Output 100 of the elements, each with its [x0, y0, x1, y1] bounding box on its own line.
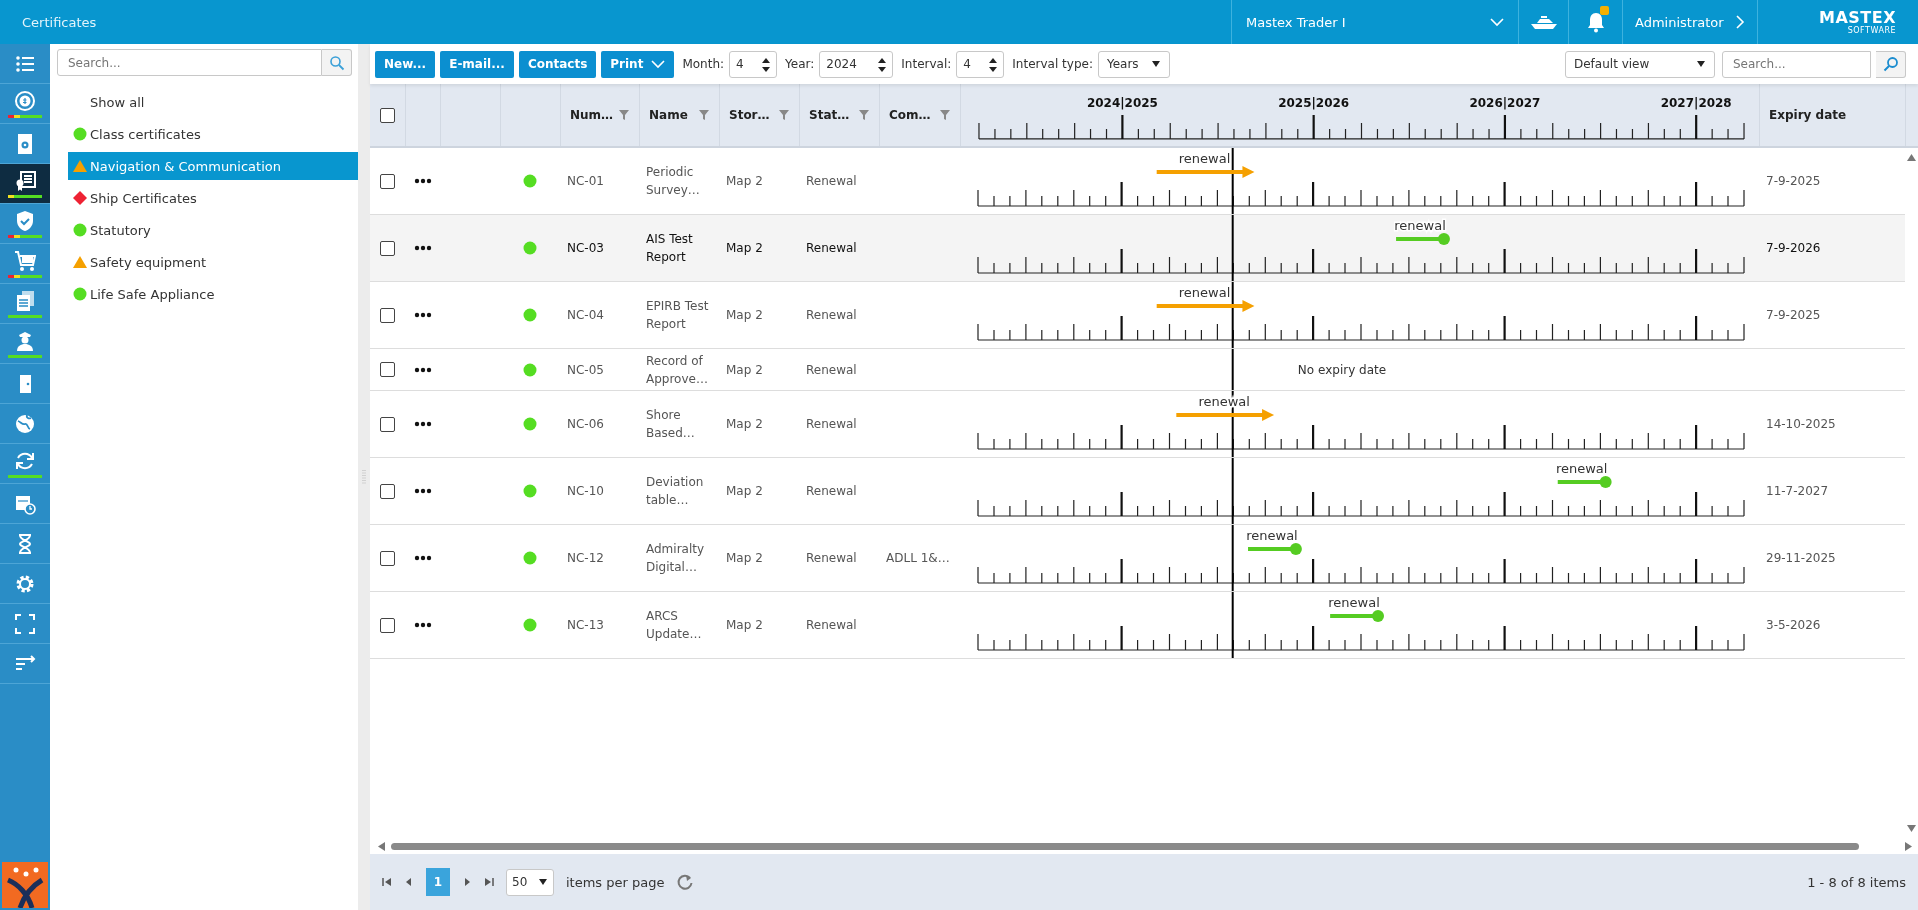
last-page-button[interactable] [484, 877, 494, 887]
year-field[interactable]: 2024 [819, 50, 894, 78]
tree-item-label: Statutory [90, 222, 151, 238]
globe-icon [14, 412, 36, 435]
filter-icon[interactable] [698, 109, 710, 121]
tree-item-label: Class certificates [90, 126, 201, 142]
more-icon[interactable] [413, 245, 432, 251]
next-page-button[interactable] [462, 877, 472, 887]
column-header[interactable]: Stor… [719, 84, 799, 146]
row-checkbox[interactable] [380, 307, 395, 323]
filter-icon[interactable] [618, 109, 630, 121]
column-header[interactable]: Name [639, 84, 719, 146]
tree-item[interactable]: Safety equipment [68, 248, 358, 276]
search-button[interactable] [1876, 50, 1906, 78]
row-checkbox[interactable] [380, 617, 395, 633]
tree-item[interactable]: Ship Certificates [68, 184, 358, 212]
horizontal-scrollbar[interactable] [391, 842, 1859, 850]
table-cell-text: Map 2 [726, 617, 763, 634]
table-cell-text: Map 2 [726, 550, 763, 567]
table-row[interactable]: NC-03 AIS Test Report Map 2 Renewal renewal 7-9-2026 [370, 215, 1905, 282]
more-icon[interactable] [413, 488, 432, 494]
status-dot [523, 174, 537, 188]
row-checkbox[interactable] [380, 173, 395, 189]
ship-icon [1528, 14, 1559, 30]
scroll-right-button[interactable] [1905, 841, 1912, 851]
filter-icon[interactable] [858, 109, 870, 121]
table-row[interactable]: NC-10 Deviation table… Map 2 Renewal renewal 11-7-2027 [370, 458, 1905, 525]
more-icon[interactable] [413, 421, 432, 427]
month-field[interactable]: 4 [729, 50, 778, 78]
search-field[interactable]: Search... [1722, 50, 1871, 78]
column-header[interactable]: Com… [879, 84, 960, 146]
table-cell-text: Admiralty Digital… [646, 541, 706, 576]
view-dropdown[interactable]: Default view [1565, 50, 1715, 78]
toolbar-button[interactable]: E-mail... [440, 50, 514, 78]
table-cell-text: Renewal [806, 617, 857, 634]
previous-page-button[interactable] [404, 877, 414, 887]
table-cell-text: NC-10 [567, 483, 604, 500]
status-dot [523, 484, 537, 498]
filter-icon[interactable] [939, 109, 951, 121]
select-all-checkbox[interactable] [380, 107, 395, 123]
table-cell-text: Periodic Survey… [646, 164, 701, 199]
toolbar-button[interactable]: Contacts [518, 50, 597, 78]
column-header[interactable]: Expiry date [1769, 108, 1847, 122]
interval-type-dropdown[interactable]: Years [1097, 50, 1170, 78]
tree-item[interactable]: Show all [68, 88, 358, 116]
row-checkbox[interactable] [380, 416, 395, 432]
chevron-down-icon [1490, 17, 1504, 27]
row-checkbox[interactable] [380, 483, 395, 499]
tree-item-label: Navigation & Communication [90, 158, 281, 174]
refresh-button[interactable] [676, 873, 695, 891]
table-row[interactable]: NC-13 ARCS Update… Map 2 Renewal renewal 3-5-2026 [370, 592, 1905, 659]
table-row[interactable]: NC-05 Record of Approve… Map 2 Renewal No expiry date [370, 349, 1905, 391]
bar-label: renewal [1328, 595, 1380, 610]
more-icon[interactable] [413, 622, 432, 628]
person-icon [14, 329, 36, 352]
toolbar-button[interactable]: New... [375, 50, 436, 78]
search-field[interactable]: Search... [57, 49, 322, 76]
scroll-down-button[interactable] [1907, 825, 1916, 832]
more-icon[interactable] [413, 178, 432, 184]
tree-item-label: Safety equipment [90, 254, 207, 270]
print-dropdown-button[interactable]: Print [601, 50, 675, 78]
table-cell-text: NC-06 [567, 416, 604, 433]
column-header[interactable]: Stat… [799, 84, 879, 146]
interval-field[interactable]: 4 [956, 50, 1005, 78]
filter-icon[interactable] [778, 109, 790, 121]
table-cell-text: 11-7-2027 [1766, 483, 1829, 500]
tree-item[interactable]: Statutory [68, 216, 358, 244]
search-icon [1882, 56, 1899, 72]
tree-item[interactable]: Life Safe Appliance [68, 280, 358, 308]
page-size-dropdown[interactable]: 50 [506, 868, 554, 896]
row-checkbox[interactable] [380, 240, 395, 256]
documents-icon [14, 289, 36, 312]
column-header[interactable]: Num… [560, 84, 639, 146]
search-button[interactable] [322, 49, 352, 76]
more-icon[interactable] [413, 312, 432, 318]
more-icon[interactable] [413, 366, 432, 373]
chevron-right-icon [1735, 15, 1745, 29]
app-logo-icon[interactable] [2, 862, 48, 908]
row-checkbox[interactable] [380, 362, 395, 377]
logo-tagline: SOFTWARE [1847, 26, 1896, 35]
fullscreen-icon [14, 612, 36, 635]
status-dot [523, 417, 537, 431]
table-cell-text: NC-05 [567, 361, 604, 379]
table-cell-text: Map 2 [726, 307, 763, 324]
bar-label: renewal [1178, 285, 1231, 300]
logo-text: MASTEX [1819, 9, 1896, 26]
table-row[interactable]: NC-04 EPIRB Test Report Map 2 Renewal renewal 7-9-2025 [370, 282, 1905, 349]
certificate-icon [14, 169, 36, 192]
search-icon [328, 54, 345, 71]
row-checkbox[interactable] [380, 550, 395, 566]
nav-button[interactable] [0, 164, 50, 204]
scroll-left-button[interactable] [378, 841, 385, 851]
table-cell-text: EPIRB Test Report [646, 298, 710, 333]
status-dot [523, 241, 537, 255]
first-page-button[interactable] [382, 877, 392, 887]
scroll-up-button[interactable] [1907, 154, 1916, 161]
table-row[interactable]: NC-12 Admiralty Digital… Map 2 Renewal ADLL 1&… renewal 29-11-2025 [370, 525, 1905, 592]
more-icon[interactable] [413, 555, 432, 561]
table-cell-text: Renewal [806, 550, 857, 567]
tree-item[interactable]: Class certificates [68, 120, 358, 148]
